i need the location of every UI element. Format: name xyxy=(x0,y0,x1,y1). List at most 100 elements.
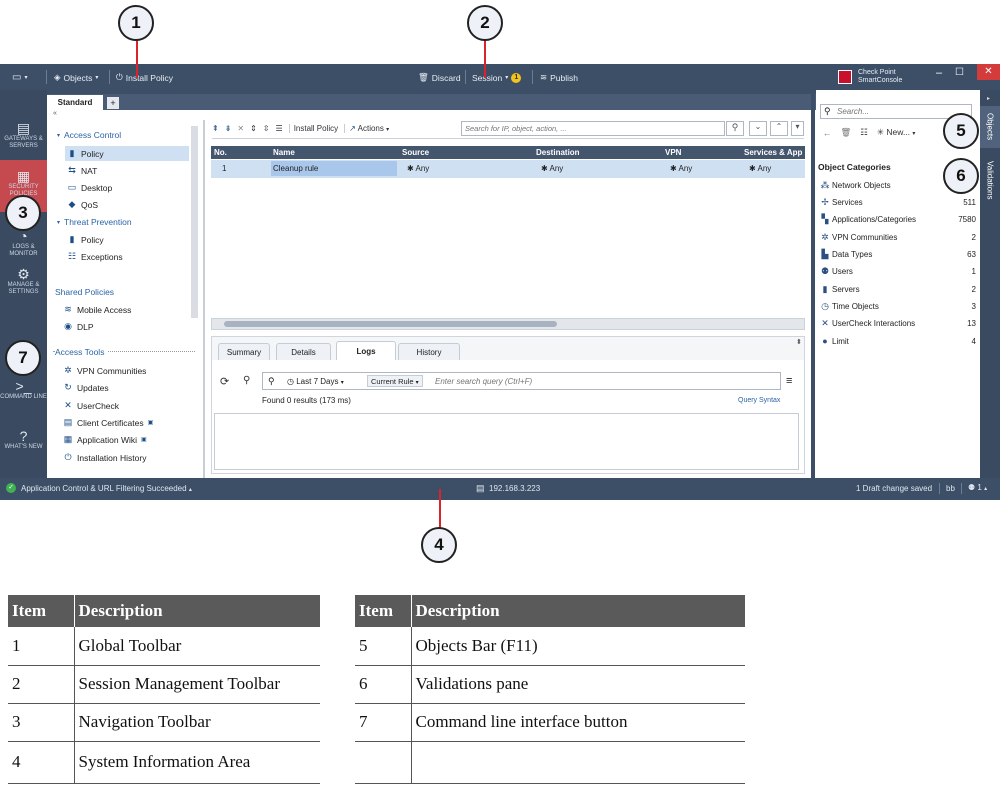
category-time-objects[interactable]: ◷ Time Objects 3 xyxy=(818,301,980,312)
minimize-window-button[interactable]: – xyxy=(936,67,942,79)
tab-logs[interactable]: Logs xyxy=(336,341,396,360)
tab-objects[interactable]: Objects xyxy=(980,106,1000,148)
publish-button[interactable]: ≋ Publish xyxy=(540,71,578,84)
pane-splitter[interactable] xyxy=(203,120,205,478)
actions-menu-button[interactable]: ↗ Actions ▾ xyxy=(344,124,389,133)
rule-source[interactable]: ✱ Any xyxy=(407,164,429,173)
add-rule-above-icon[interactable]: ⇞ xyxy=(212,124,219,133)
new-object-button[interactable]: ✳ New... ▾ xyxy=(877,127,916,138)
list-icon[interactable]: ☰ xyxy=(276,124,283,133)
install-policy-button[interactable]: ⏻ Install Policy xyxy=(116,71,173,84)
rule-search-input[interactable] xyxy=(461,121,725,136)
sessions-indicator[interactable]: ⚉ 1 ▴ xyxy=(968,483,987,492)
access-control-header[interactable]: ▾ Access Control xyxy=(57,130,121,140)
user-name[interactable]: bb xyxy=(946,484,955,493)
nav-whats-new[interactable]: ? WHAT'S NEW xyxy=(0,428,47,451)
list-view-icon[interactable]: ☷ xyxy=(860,127,868,138)
column-name[interactable]: Name xyxy=(273,148,295,157)
objects-menu-button[interactable]: ◈ Objects ▾ xyxy=(54,71,98,84)
add-tab-button[interactable]: + xyxy=(107,97,119,109)
menu-icon[interactable]: ≡ xyxy=(786,375,792,387)
refresh-icon[interactable]: ⟳ xyxy=(220,375,229,388)
rule-vpn[interactable]: ✱ Any xyxy=(670,164,692,173)
clock-icon: ◷ xyxy=(821,301,829,311)
tool-application-wiki[interactable]: ▦ Application Wiki ▣ xyxy=(63,434,147,445)
main-menu-button[interactable]: ▭ ▾ xyxy=(12,71,27,84)
callout-line-1 xyxy=(136,40,138,78)
pane-toggle-icon[interactable]: ⬍ xyxy=(796,338,802,346)
add-rule-below-icon[interactable]: ⇟ xyxy=(225,124,232,133)
status-message[interactable]: Application Control & URL Filtering Succ… xyxy=(21,484,192,493)
tab-history[interactable]: History xyxy=(398,343,460,360)
tool-usercheck[interactable]: ✕ UserCheck xyxy=(63,400,119,411)
column-services[interactable]: Services & App xyxy=(744,148,802,157)
nav-logs-monitor[interactable]: ◔ LOGS & MONITOR xyxy=(0,228,47,258)
delete-rule-icon[interactable]: ✕ xyxy=(237,124,244,133)
back-icon[interactable]: ← xyxy=(823,128,832,138)
nav-label: COMMAND LINE xyxy=(0,394,47,400)
tool-client-certificates[interactable]: ▤ Client Certificates ▣ xyxy=(63,417,154,428)
category-services[interactable]: ✢ Services 511 xyxy=(818,197,980,208)
tool-updates[interactable]: ↻ Updates xyxy=(63,382,108,393)
rule-destination[interactable]: ✱ Any xyxy=(541,164,563,173)
column-vpn[interactable]: VPN xyxy=(665,148,681,157)
category-limit[interactable]: ● Limit 4 xyxy=(818,336,980,346)
category-usercheck-interactions[interactable]: ✕ UserCheck Interactions 13 xyxy=(818,318,980,329)
time-filter-dropdown[interactable]: ◷ Last 7 Days ▾ xyxy=(287,377,344,386)
column-destination[interactable]: Destination xyxy=(536,148,580,157)
chevron-right-icon[interactable]: ▸ xyxy=(987,95,990,102)
nav-gateways-servers[interactable]: ▤ GATEWAYS & SERVERS xyxy=(0,120,47,150)
tree-item-desktop[interactable]: ▭ Desktop xyxy=(67,182,112,193)
install-policy-button[interactable]: Install Policy xyxy=(288,124,338,133)
tab-validations[interactable]: Validations xyxy=(980,152,1000,208)
query-syntax-link[interactable]: Query Syntax xyxy=(738,397,780,404)
horizontal-scrollbar[interactable] xyxy=(211,318,805,330)
category-servers[interactable]: ▮ Servers 2 xyxy=(818,284,980,295)
nav-manage-settings[interactable]: ⚙ MANAGE & SETTINGS xyxy=(0,266,47,296)
tree-item-nat[interactable]: ⇆ NAT xyxy=(67,165,97,176)
objects-search-input[interactable] xyxy=(837,106,967,117)
tab-details[interactable]: Details xyxy=(276,343,331,360)
tab-summary[interactable]: Summary xyxy=(218,343,270,360)
tool-installation-history[interactable]: ⏻ Installation History xyxy=(63,452,146,463)
filter-icon[interactable]: ▾ xyxy=(791,121,804,136)
pane-splitter[interactable] xyxy=(811,90,815,478)
category-vpn-communities[interactable]: ✲ VPN Communities 2 xyxy=(818,232,980,243)
clear-search-icon[interactable]: ⚲ xyxy=(243,375,250,386)
tool-vpn-communities[interactable]: ✲ VPN Communities xyxy=(63,365,146,376)
column-source[interactable]: Source xyxy=(402,148,429,157)
scrollbar-thumb[interactable] xyxy=(224,321,557,327)
collapse-icon[interactable]: ⇳ xyxy=(263,124,270,133)
close-window-button[interactable]: ✕ xyxy=(977,64,1000,80)
session-label: Session xyxy=(472,72,503,83)
chevron-down-icon[interactable]: ⌄ xyxy=(749,121,767,136)
chevron-up-icon[interactable]: ⌃ xyxy=(770,121,788,136)
category-users[interactable]: ⚉ Users 1 xyxy=(818,266,980,277)
nav-command-line[interactable]: >_ COMMAND LINE xyxy=(0,378,47,401)
session-menu-button[interactable]: Session ▾ 1 xyxy=(472,71,522,84)
category-applications[interactable]: ▚ Applications/Categories 7580 xyxy=(818,214,980,225)
tree-item-policy[interactable]: ▮ Policy xyxy=(65,146,189,161)
callout-4: 4 xyxy=(421,527,457,563)
search-icon[interactable]: ⚲ xyxy=(726,121,744,136)
tab-standard[interactable]: Standard xyxy=(47,95,103,110)
tree-item-exceptions[interactable]: ☷ Exceptions xyxy=(67,251,123,262)
tree-item-mobile-access[interactable]: ≋ Mobile Access xyxy=(63,304,131,315)
log-search-input[interactable] xyxy=(435,375,775,387)
rule-services[interactable]: ✱ Any xyxy=(749,164,771,173)
scope-filter-dropdown[interactable]: Current Rule ▾ xyxy=(367,375,423,387)
tree-item-threat-policy[interactable]: ▮ Policy xyxy=(67,234,104,245)
discard-button[interactable]: 🗑 Discard xyxy=(418,71,461,84)
tree-scrollbar[interactable] xyxy=(191,126,198,318)
tree-item-dlp[interactable]: ◉ DLP xyxy=(63,321,93,332)
maximize-window-button[interactable]: ☐ xyxy=(955,67,964,78)
column-no[interactable]: No. xyxy=(214,148,227,157)
trash-icon[interactable]: 🗑 xyxy=(841,127,852,138)
table-row[interactable]: 1 Cleanup rule ✱ Any ✱ Any ✱ Any ✱ Any xyxy=(211,160,805,178)
rule-name[interactable]: Cleanup rule xyxy=(271,161,397,176)
threat-prevention-header[interactable]: ▾ Threat Prevention xyxy=(57,217,132,227)
collapse-icon[interactable]: « xyxy=(53,110,57,117)
category-data-types[interactable]: ▙ Data Types 63 xyxy=(818,249,980,260)
tree-item-qos[interactable]: ◆ QoS xyxy=(67,199,98,210)
expand-icon[interactable]: ⇕ xyxy=(250,124,257,133)
